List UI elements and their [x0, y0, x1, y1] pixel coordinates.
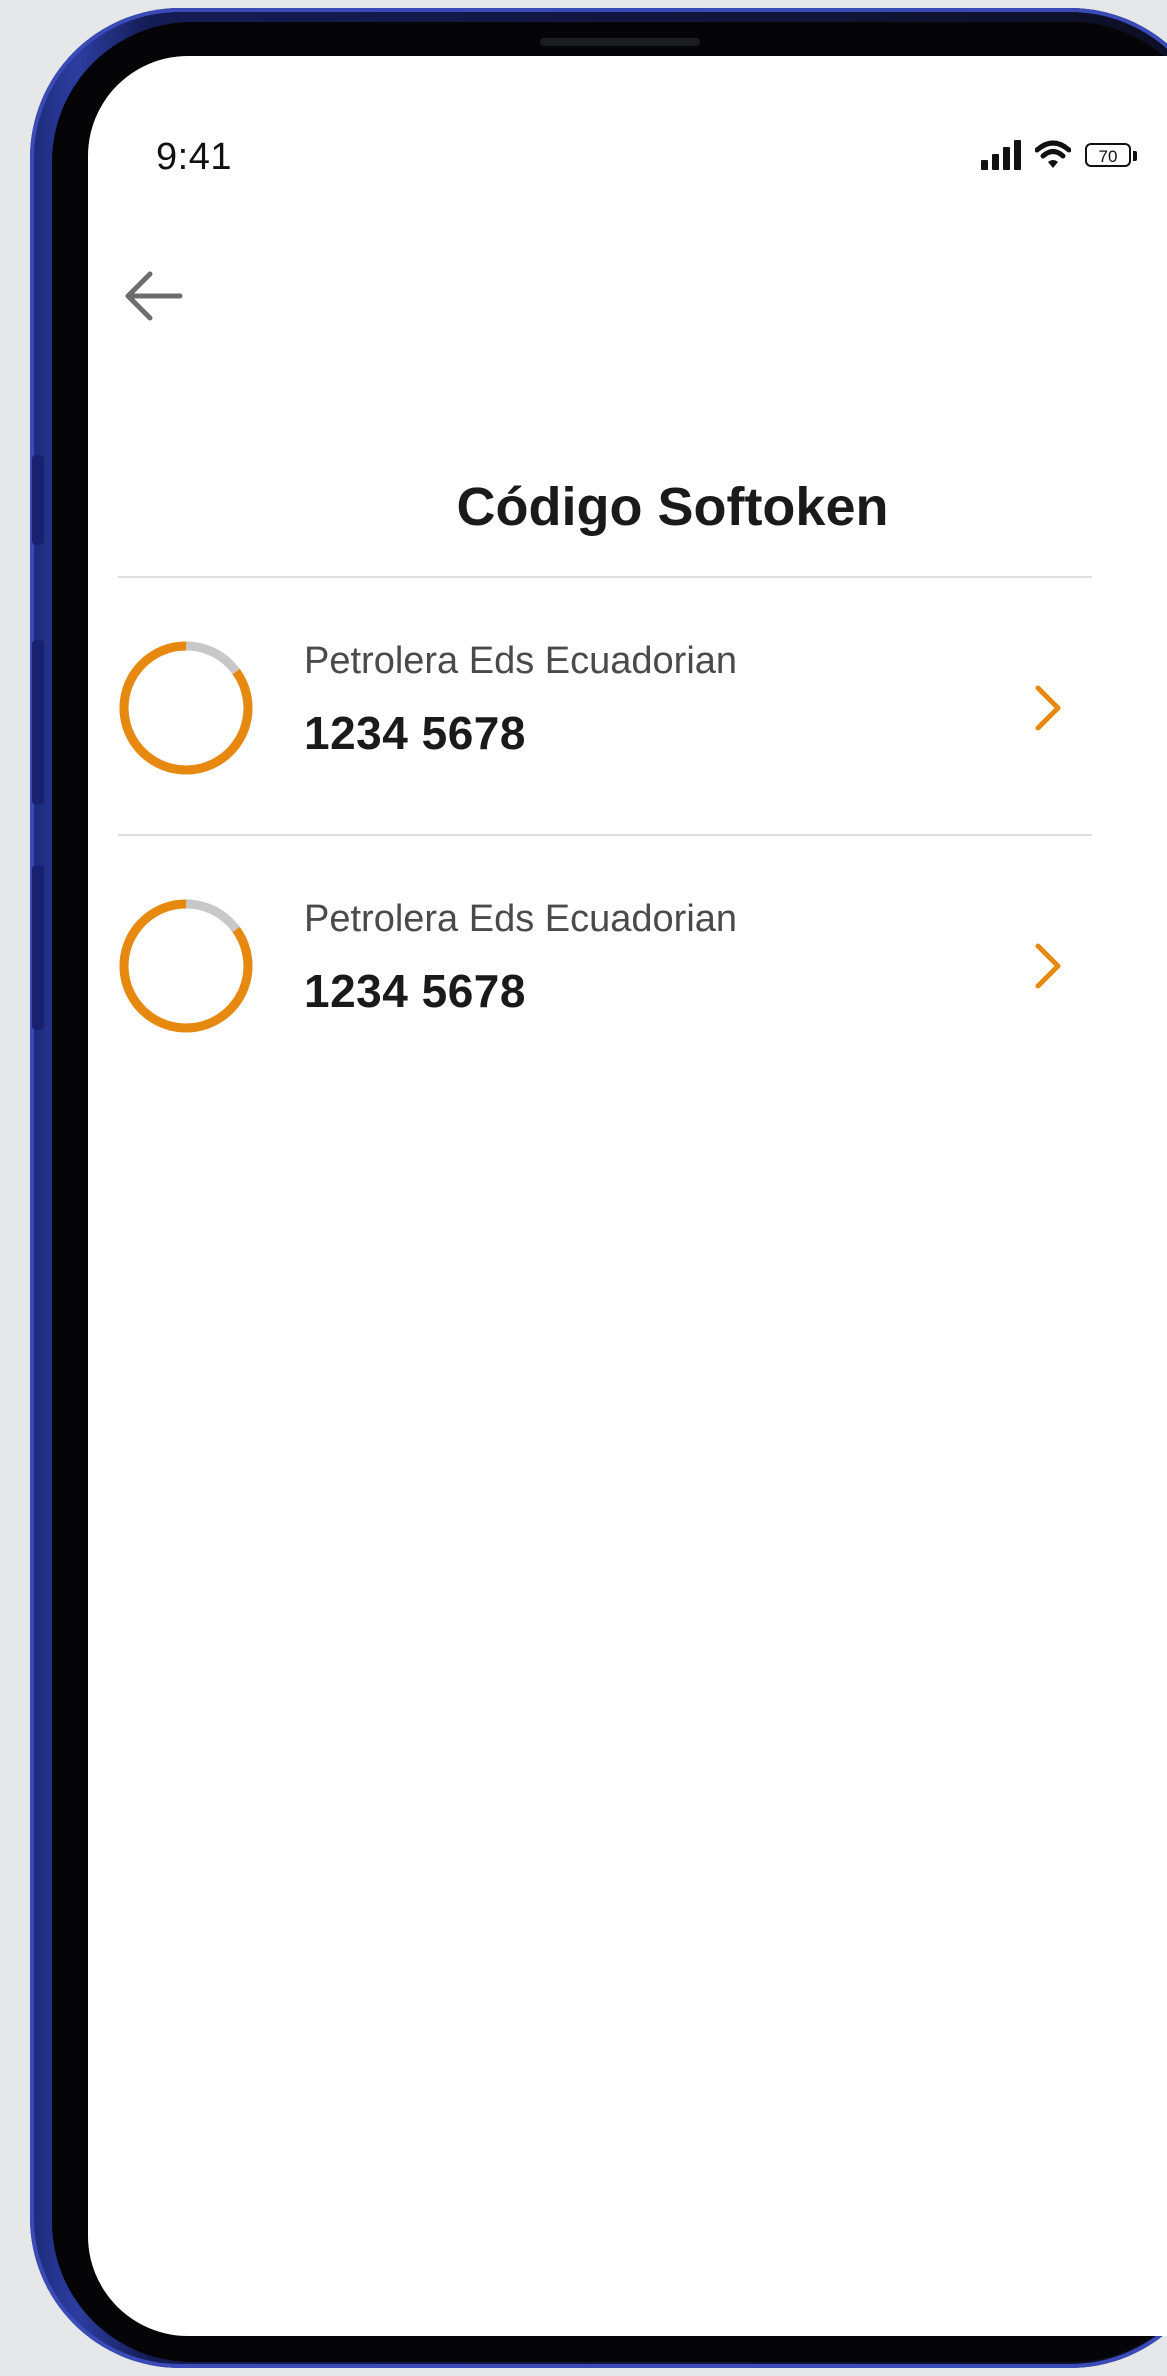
token-company: Petrolera Eds Ecuadorian: [304, 898, 738, 940]
chevron-right-icon: [1035, 685, 1061, 731]
page-title: Código Softoken: [456, 477, 889, 537]
speaker-grille: [540, 38, 700, 46]
token-company: Petrolera Eds Ecuadorian: [304, 640, 738, 682]
side-button-mute: [32, 455, 44, 545]
token-item[interactable]: Petrolera Eds Ecuadorian 1234 5678: [88, 578, 1167, 834]
side-button-volume-down: [32, 865, 44, 1030]
token-code: 1234 5678: [304, 965, 526, 1017]
screen: 9:41 70 Código Softoken Petrolera Eds Ec…: [88, 56, 1167, 2336]
side-button-volume-up: [32, 640, 44, 805]
chevron-right-icon: [1035, 943, 1061, 989]
timer-ring-icon: [119, 641, 253, 775]
signal-icon: [981, 140, 1021, 170]
status-time: 9:41: [156, 136, 232, 178]
token-item[interactable]: Petrolera Eds Ecuadorian 1234 5678: [88, 836, 1167, 1092]
status-icons: 70: [981, 140, 1137, 170]
timer-ring-icon: [119, 899, 253, 1033]
wifi-icon: [1035, 140, 1071, 168]
battery-icon: 70: [1085, 143, 1137, 167]
token-code: 1234 5678: [304, 707, 526, 759]
back-arrow-icon[interactable]: [118, 256, 198, 336]
